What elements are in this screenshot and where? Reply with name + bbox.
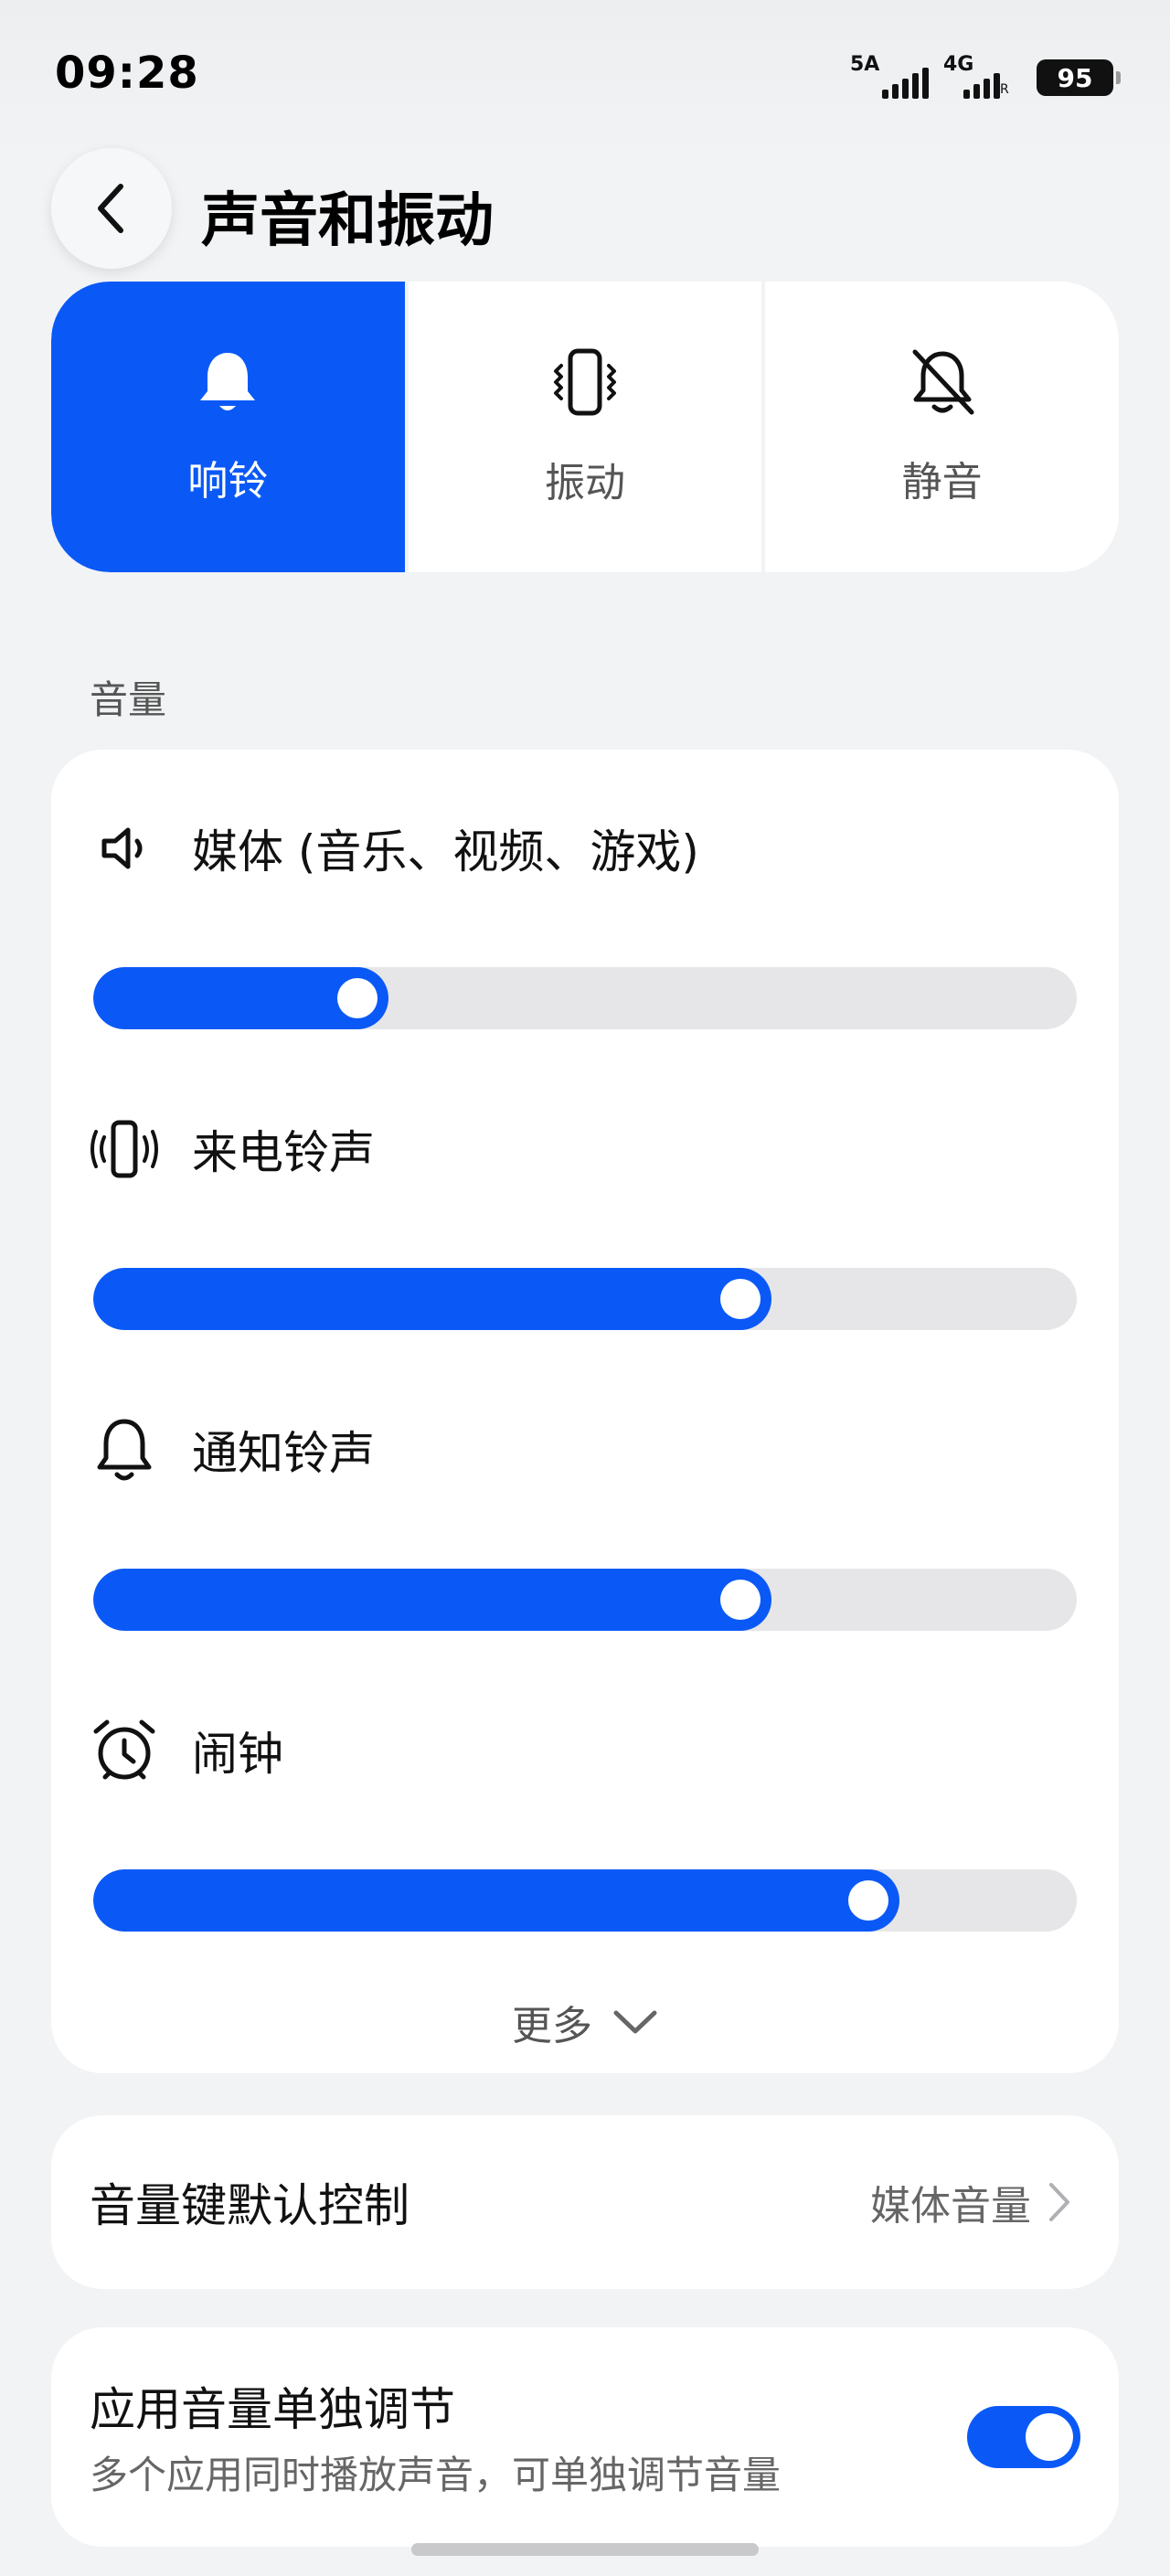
media-volume-label: 媒体 (音乐、视频、游戏) <box>192 825 699 878</box>
bell-icon <box>200 353 256 410</box>
mode-ring-button[interactable]: 响铃 <box>51 282 405 572</box>
ringtone-volume-slider[interactable] <box>93 1268 1077 1330</box>
more-button[interactable]: 更多 <box>51 1993 1119 2051</box>
volume-card: 媒体 (音乐、视频、游戏) 来电铃声 通知铃声 闹钟 更多 <box>51 750 1119 2073</box>
slider-fill <box>93 1869 899 1932</box>
volume-key-value: 媒体音量 <box>870 2183 1031 2230</box>
sound-mode-selector: 响铃 振动 静音 <box>51 282 1119 572</box>
alarm-clock-icon <box>88 1714 161 1787</box>
slider-knob[interactable] <box>720 1580 760 1620</box>
alarm-volume-label: 闹钟 <box>192 1728 283 1781</box>
notification-volume-label: 通知铃声 <box>192 1427 375 1480</box>
media-volume-slider[interactable] <box>93 967 1077 1029</box>
volume-key-title: 音量键默认控制 <box>90 2179 410 2232</box>
battery-level: 95 <box>1057 62 1093 93</box>
sound-vibration-screen: 09:28 5A 4G R 95 声音和振动 响铃 振动 静音 音量 媒体 (音… <box>0 0 1170 2576</box>
mode-vibrate-button[interactable]: 振动 <box>404 282 762 572</box>
page-title: 声音和振动 <box>201 187 494 255</box>
mode-silent-label: 静音 <box>901 459 983 506</box>
back-button[interactable] <box>51 148 172 269</box>
chevron-right-icon <box>1049 2183 1069 2221</box>
app-volume-title: 应用音量单独调节 <box>90 2383 455 2436</box>
app-volume-card: 应用音量单独调节 多个应用同时播放声音，可单独调节音量 <box>51 2327 1119 2547</box>
network-1-label: 5A <box>850 53 880 76</box>
network-2-roaming: R <box>1000 82 1009 97</box>
home-indicator[interactable] <box>411 2543 759 2556</box>
signal-4g-icon: 4G R <box>943 53 1022 99</box>
signal-5a-icon: 5A <box>850 53 929 99</box>
ringtone-volume-label: 来电铃声 <box>192 1126 375 1179</box>
slider-knob[interactable] <box>337 978 378 1018</box>
alarm-volume-slider[interactable] <box>93 1869 1077 1932</box>
battery-icon: 95 <box>1037 59 1121 96</box>
status-time: 09:28 <box>55 48 199 99</box>
app-volume-toggle[interactable] <box>967 2406 1080 2468</box>
mode-ring-label: 响铃 <box>187 458 269 505</box>
volume-key-default-control-row[interactable]: 音量键默认控制 媒体音量 <box>51 2115 1119 2289</box>
app-volume-description: 多个应用同时播放声音，可单独调节音量 <box>90 2453 782 2497</box>
mode-silent-button[interactable]: 静音 <box>761 282 1119 572</box>
slider-fill <box>93 1268 771 1330</box>
volume-key-value-group: 媒体音量 <box>870 2173 1071 2231</box>
status-bar: 09:28 5A 4G R 95 <box>0 0 1170 155</box>
chevron-left-icon <box>98 184 123 233</box>
phone-vibrate-icon <box>88 1112 161 1186</box>
notification-volume-slider[interactable] <box>93 1569 1077 1631</box>
more-label: 更多 <box>512 2003 592 2049</box>
status-icons: 5A 4G R 95 <box>850 53 1121 99</box>
slider-fill <box>93 1569 771 1631</box>
bell-icon <box>88 1413 161 1486</box>
mode-vibrate-label: 振动 <box>545 460 625 506</box>
chevron-down-icon <box>613 2010 657 2034</box>
volume-section-label: 音量 <box>90 677 167 722</box>
phone-vibrate-icon <box>554 348 616 416</box>
speaker-icon <box>88 812 161 885</box>
toggle-knob <box>1026 2413 1073 2461</box>
slider-knob[interactable] <box>720 1279 760 1319</box>
bell-off-icon <box>912 349 974 415</box>
slider-knob[interactable] <box>848 1880 888 1921</box>
